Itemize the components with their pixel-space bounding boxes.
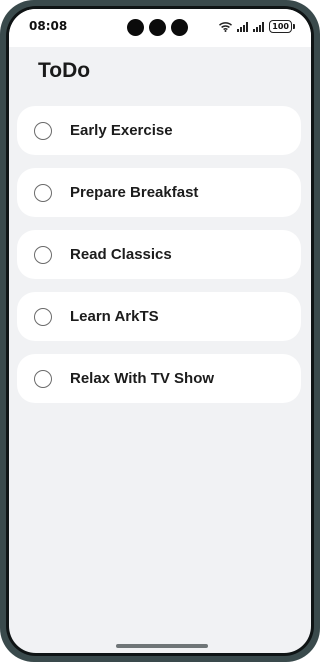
battery-icon: 100 <box>269 20 295 33</box>
home-indicator[interactable] <box>116 644 208 648</box>
phone-frame: 08:08 100 ToDo Early Exercise Prepare Br… <box>0 0 320 662</box>
battery-tip <box>293 24 295 29</box>
status-bar: 08:08 100 <box>9 9 311 47</box>
camera-dot <box>127 19 144 36</box>
screen: 08:08 100 ToDo Early Exercise Prepare Br… <box>9 9 311 653</box>
radio-unchecked-icon[interactable] <box>34 369 52 388</box>
signal-icon <box>253 21 265 32</box>
signal-icon <box>237 21 249 32</box>
todo-label: Learn ArkTS <box>70 308 159 325</box>
radio-unchecked-icon[interactable] <box>34 245 52 264</box>
todo-item[interactable]: Read Classics <box>17 230 301 279</box>
todo-item[interactable]: Prepare Breakfast <box>17 168 301 217</box>
wifi-icon <box>219 21 233 32</box>
camera-dot <box>149 19 166 36</box>
camera-dot <box>171 19 188 36</box>
phone-bezel: 08:08 100 ToDo Early Exercise Prepare Br… <box>6 6 314 656</box>
radio-unchecked-icon[interactable] <box>34 183 52 202</box>
battery-level: 100 <box>269 20 292 33</box>
radio-unchecked-icon[interactable] <box>34 307 52 326</box>
todo-item[interactable]: Early Exercise <box>17 106 301 155</box>
todo-item[interactable]: Learn ArkTS <box>17 292 301 341</box>
status-icons: 100 <box>219 20 295 33</box>
radio-unchecked-icon[interactable] <box>34 121 52 140</box>
status-time: 08:08 <box>29 19 68 33</box>
page-title: ToDo <box>38 59 91 82</box>
todo-list: Early Exercise Prepare Breakfast Read Cl… <box>17 106 301 416</box>
todo-label: Relax With TV Show <box>70 370 215 387</box>
todo-label: Early Exercise <box>70 122 173 139</box>
todo-label: Prepare Breakfast <box>70 184 199 201</box>
camera-cutout <box>127 19 188 36</box>
todo-item[interactable]: Relax With TV Show <box>17 354 301 403</box>
todo-label: Read Classics <box>70 246 172 263</box>
